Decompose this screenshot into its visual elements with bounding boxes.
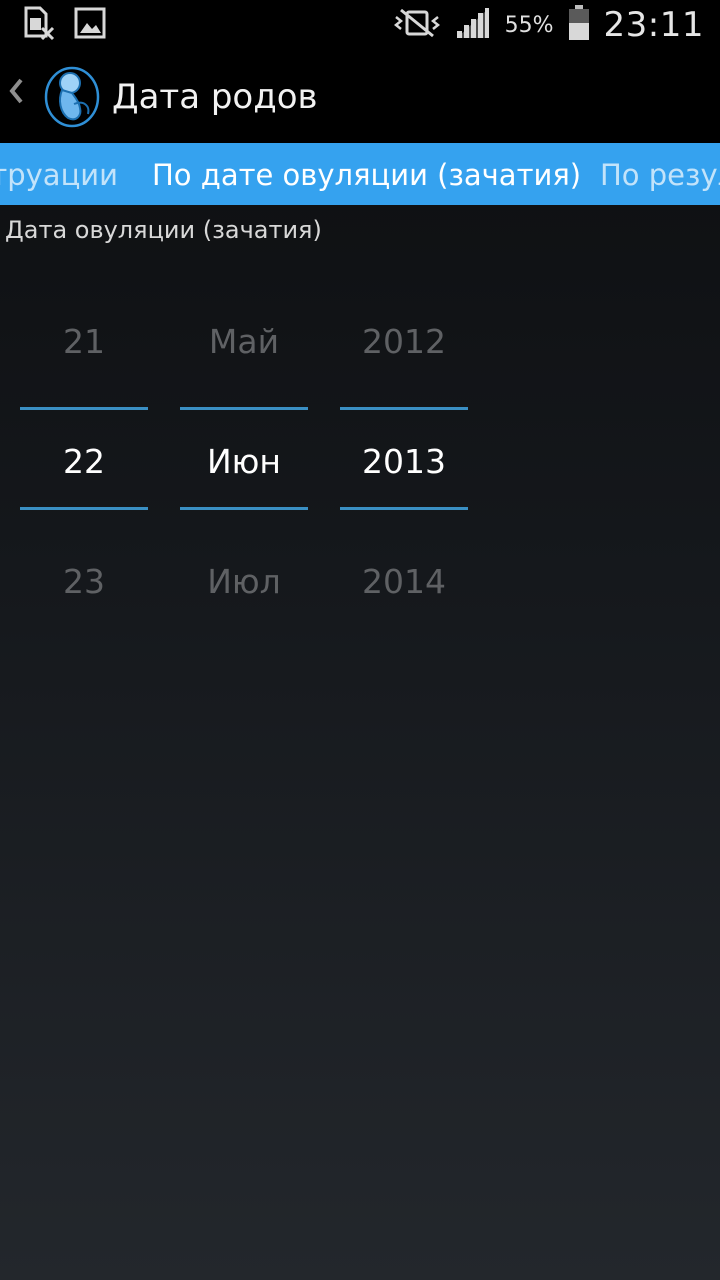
signal-icon: [455, 6, 491, 44]
date-picker-label: Дата овуляции (зачатия): [5, 216, 322, 244]
tab-strip: труации По дате овуляции (зачатия) По ре…: [0, 143, 720, 205]
year-divider-top: [340, 407, 468, 410]
day-next[interactable]: 23: [20, 562, 148, 601]
year-picker[interactable]: 2012 2013 2014: [340, 280, 468, 640]
tab-current[interactable]: По дате овуляции (зачатия): [152, 158, 581, 192]
action-bar: Дата родов: [0, 50, 720, 143]
tab-next[interactable]: По резул: [600, 158, 720, 192]
battery-icon: [568, 5, 590, 45]
day-divider-bottom: [20, 507, 148, 510]
month-next[interactable]: Июл: [180, 562, 308, 601]
month-selected[interactable]: Июн: [180, 442, 308, 481]
gallery-icon: [74, 6, 106, 46]
fetus-logo-icon[interactable]: [44, 66, 100, 132]
day-selected[interactable]: 22: [20, 442, 148, 481]
month-prev[interactable]: Май: [180, 322, 308, 361]
sim-card-icon: [22, 6, 56, 46]
tab-previous[interactable]: труации: [0, 158, 118, 192]
year-selected[interactable]: 2013: [340, 442, 468, 481]
month-divider-top: [180, 407, 308, 410]
year-next[interactable]: 2014: [340, 562, 468, 601]
mute-vibrate-icon: [393, 8, 441, 42]
status-bar: 55% 23:11: [0, 0, 720, 50]
year-divider-bottom: [340, 507, 468, 510]
back-caret-icon[interactable]: [8, 76, 24, 110]
year-prev[interactable]: 2012: [340, 322, 468, 361]
status-right-icons: 55% 23:11: [393, 0, 704, 50]
day-divider-top: [20, 407, 148, 410]
battery-percent: 55%: [504, 12, 554, 38]
month-divider-bottom: [180, 507, 308, 510]
status-left-icons: [22, 6, 106, 46]
clock: 23:11: [603, 5, 704, 45]
day-picker[interactable]: 21 22 23: [20, 280, 148, 640]
app-title: Дата родов: [112, 77, 318, 117]
day-prev[interactable]: 21: [20, 322, 148, 361]
month-picker[interactable]: Май Июн Июл: [180, 280, 308, 640]
